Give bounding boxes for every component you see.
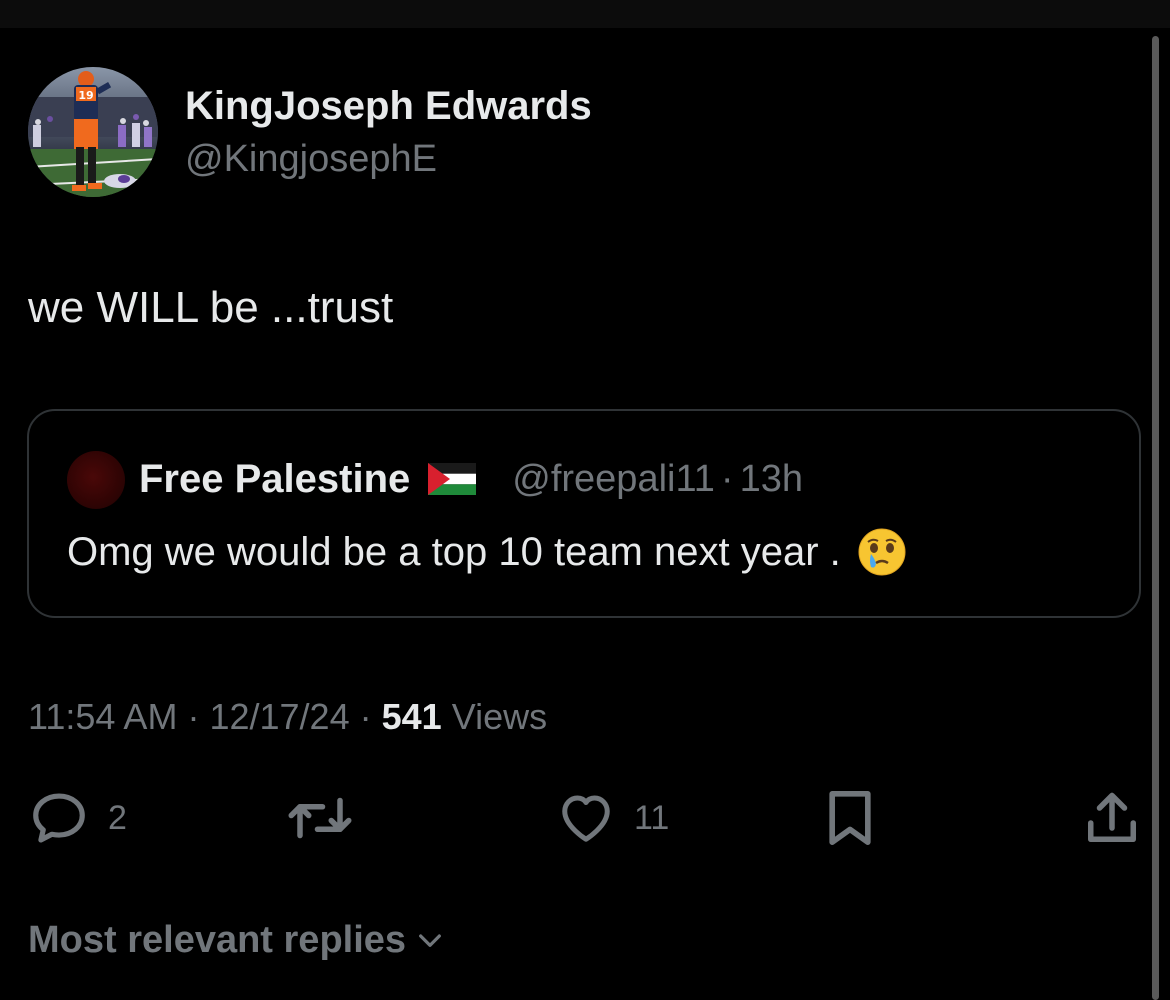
repost-icon [288,797,352,839]
quoted-tweet-header: Free Palestine @freepali11 · 13h [139,455,803,503]
face-holding-back-tears-emoji-icon [858,528,906,576]
football-player-avatar-icon: 19 [28,67,158,197]
quoted-author-handle: @freepali11 [512,457,715,500]
quoted-author-avatar[interactable] [67,451,125,509]
chevron-down-icon [419,934,441,947]
header-separator: · [720,457,734,500]
quoted-tweet-body: Omg we would be a top 10 team next year … [67,527,907,577]
tweet-text: we WILL be ...trust [28,283,394,332]
bookmark-icon [829,791,871,845]
share-button[interactable] [1082,786,1142,850]
meta-separator: · [359,696,372,737]
reply-icon [33,793,85,843]
author-name[interactable]: KingJoseph Edwards [185,83,592,129]
like-button[interactable]: 11 [556,786,669,850]
like-count: 11 [634,798,670,837]
tweet-detail-page: 19 KingJoseph Edwards @KingjosephE we WI… [0,0,1170,1000]
views-label: Views [451,696,548,737]
quoted-tweet-text: Omg we would be a top 10 team next year … [67,530,841,574]
quoted-tweet-card[interactable]: Free Palestine @freepali11 · 13h Omg we … [27,409,1141,618]
scrollbar[interactable] [1152,36,1159,1000]
tweet-date[interactable]: 12/17/24 [209,696,349,737]
reply-count: 2 [108,798,127,837]
replies-sort-label: Most relevant replies [28,919,407,961]
tweet-meta: 11:54 AM · 12/17/24 · 541 Views [28,694,547,740]
author-avatar[interactable]: 19 [28,67,158,197]
share-icon [1088,792,1136,842]
svg-text:19: 19 [78,89,93,102]
palestine-flag-icon [428,463,477,495]
quoted-tweet-time: 13h [739,457,803,500]
heart-icon [562,795,610,842]
bookmark-button[interactable] [822,786,878,850]
replies-sort-dropdown[interactable]: Most relevant replies [28,916,446,964]
views-count: 541 [381,696,442,737]
quoted-author-name: Free Palestine [139,456,411,501]
repost-button[interactable] [285,786,373,850]
reply-button[interactable]: 2 [28,786,127,850]
tweet-time: 11:54 AM [28,696,178,737]
top-bar [0,0,1170,28]
meta-separator: · [187,696,200,737]
author-handle[interactable]: @KingjosephE [185,136,437,182]
